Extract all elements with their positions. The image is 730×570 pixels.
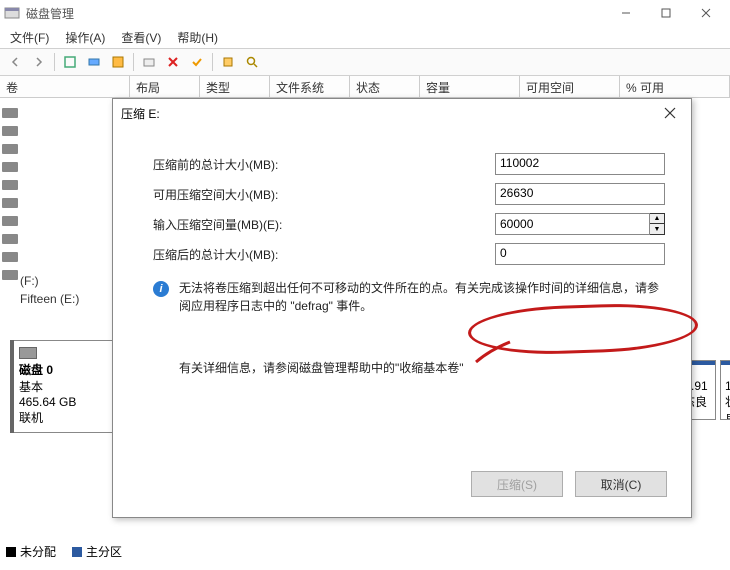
window-title: 磁盘管理	[26, 5, 74, 22]
vol-fifteen-label: Fifteen (E:)	[20, 290, 79, 308]
disk0-type: 基本	[19, 378, 111, 395]
disk-icon	[2, 216, 18, 226]
col-free[interactable]: 可用空间	[520, 76, 620, 97]
disk-icon	[2, 252, 18, 262]
column-headers: 卷 布局 类型 文件系统 状态 容量 可用空间 % 可用	[0, 76, 730, 98]
volume-icon-list	[0, 100, 20, 288]
legend-unallocated: 未分配	[20, 543, 56, 560]
value-before: 110002	[495, 153, 665, 175]
shrink-amount-input[interactable]	[495, 213, 650, 235]
volume-x-box[interactable]: 11.86 状态良	[720, 360, 730, 420]
menu-view[interactable]: 查看(V)	[113, 27, 169, 48]
disk-icon	[2, 108, 18, 118]
cancel-button[interactable]: 取消(C)	[575, 471, 667, 497]
shrink-dialog: 压缩 E: 压缩前的总计大小(MB): 110002 可用压缩空间大小(MB):…	[112, 98, 692, 518]
disk0-status: 联机	[19, 409, 111, 426]
dialog-close-button[interactable]	[657, 100, 683, 126]
disk-icon	[2, 270, 18, 280]
app-icon	[4, 5, 20, 21]
delete-icon[interactable]	[162, 51, 184, 73]
menubar: 文件(F) 操作(A) 查看(V) 帮助(H)	[0, 26, 730, 48]
tool-icon[interactable]	[83, 51, 105, 73]
col-pct[interactable]: % 可用	[620, 76, 730, 97]
info-text-2: 有关详细信息，请参阅磁盘管理帮助中的"收缩基本卷"	[179, 359, 665, 377]
info-icon: i	[153, 281, 169, 297]
tool-icon[interactable]	[217, 51, 239, 73]
info-text-1: 无法将卷压缩到超出任何不可移动的文件所在的点。有关完成该操作时间的详细信息，请参…	[179, 279, 665, 315]
value-after: 0	[495, 243, 665, 265]
shrink-button[interactable]: 压缩(S)	[471, 471, 563, 497]
col-volume[interactable]: 卷	[0, 76, 130, 97]
legend-swatch-primary	[72, 547, 82, 557]
col-fs[interactable]: 文件系统	[270, 76, 350, 97]
label-available: 可用压缩空间大小(MB):	[153, 186, 495, 203]
minimize-button[interactable]	[606, 0, 646, 26]
label-input: 输入压缩空间量(MB)(E):	[153, 216, 495, 233]
legend: 未分配 主分区	[6, 543, 122, 560]
search-icon[interactable]	[241, 51, 263, 73]
disk0-panel: 磁盘 0 基本 465.64 GB 联机	[10, 340, 120, 433]
menu-file[interactable]: 文件(F)	[2, 27, 57, 48]
disk-icon	[2, 198, 18, 208]
tool-icon[interactable]	[107, 51, 129, 73]
disk0-header: 磁盘 0	[19, 361, 111, 378]
toolbar	[0, 48, 730, 76]
label-before: 压缩前的总计大小(MB):	[153, 156, 495, 173]
disk-icon	[2, 180, 18, 190]
forward-icon[interactable]	[28, 51, 50, 73]
shrink-amount-field[interactable]: ▲ ▼	[495, 213, 665, 235]
col-status[interactable]: 状态	[350, 76, 420, 97]
label-after: 压缩后的总计大小(MB):	[153, 246, 495, 263]
maximize-button[interactable]	[646, 0, 686, 26]
tool-icon[interactable]	[59, 51, 81, 73]
disk-icon	[2, 162, 18, 172]
menu-action[interactable]: 操作(A)	[57, 27, 113, 48]
vol-f-label: (F:)	[20, 272, 79, 290]
menu-help[interactable]: 帮助(H)	[169, 27, 226, 48]
col-capacity[interactable]: 容量	[420, 76, 520, 97]
dialog-title: 压缩 E:	[121, 105, 160, 122]
disk0-size: 465.64 GB	[19, 395, 111, 409]
close-button[interactable]	[686, 0, 726, 26]
disk-icon	[19, 347, 37, 359]
left-volume-labels: (F:) Fifteen (E:)	[20, 272, 79, 308]
legend-primary: 主分区	[86, 543, 122, 560]
vol-status: 状态良	[725, 393, 730, 420]
disk-icon	[2, 126, 18, 136]
titlebar: 磁盘管理	[0, 0, 730, 26]
tool-icon[interactable]	[138, 51, 160, 73]
dialog-titlebar: 压缩 E:	[113, 99, 691, 127]
check-icon[interactable]	[186, 51, 208, 73]
legend-swatch-unallocated	[6, 547, 16, 557]
disk-icon	[2, 234, 18, 244]
disk-icon	[2, 144, 18, 154]
spinner-down-icon[interactable]: ▼	[650, 224, 664, 234]
spinner-up-icon[interactable]: ▲	[650, 214, 664, 224]
value-available: 26630	[495, 183, 665, 205]
back-icon[interactable]	[4, 51, 26, 73]
col-type[interactable]: 类型	[200, 76, 270, 97]
vol-size: 11.86	[725, 379, 730, 393]
col-layout[interactable]: 布局	[130, 76, 200, 97]
